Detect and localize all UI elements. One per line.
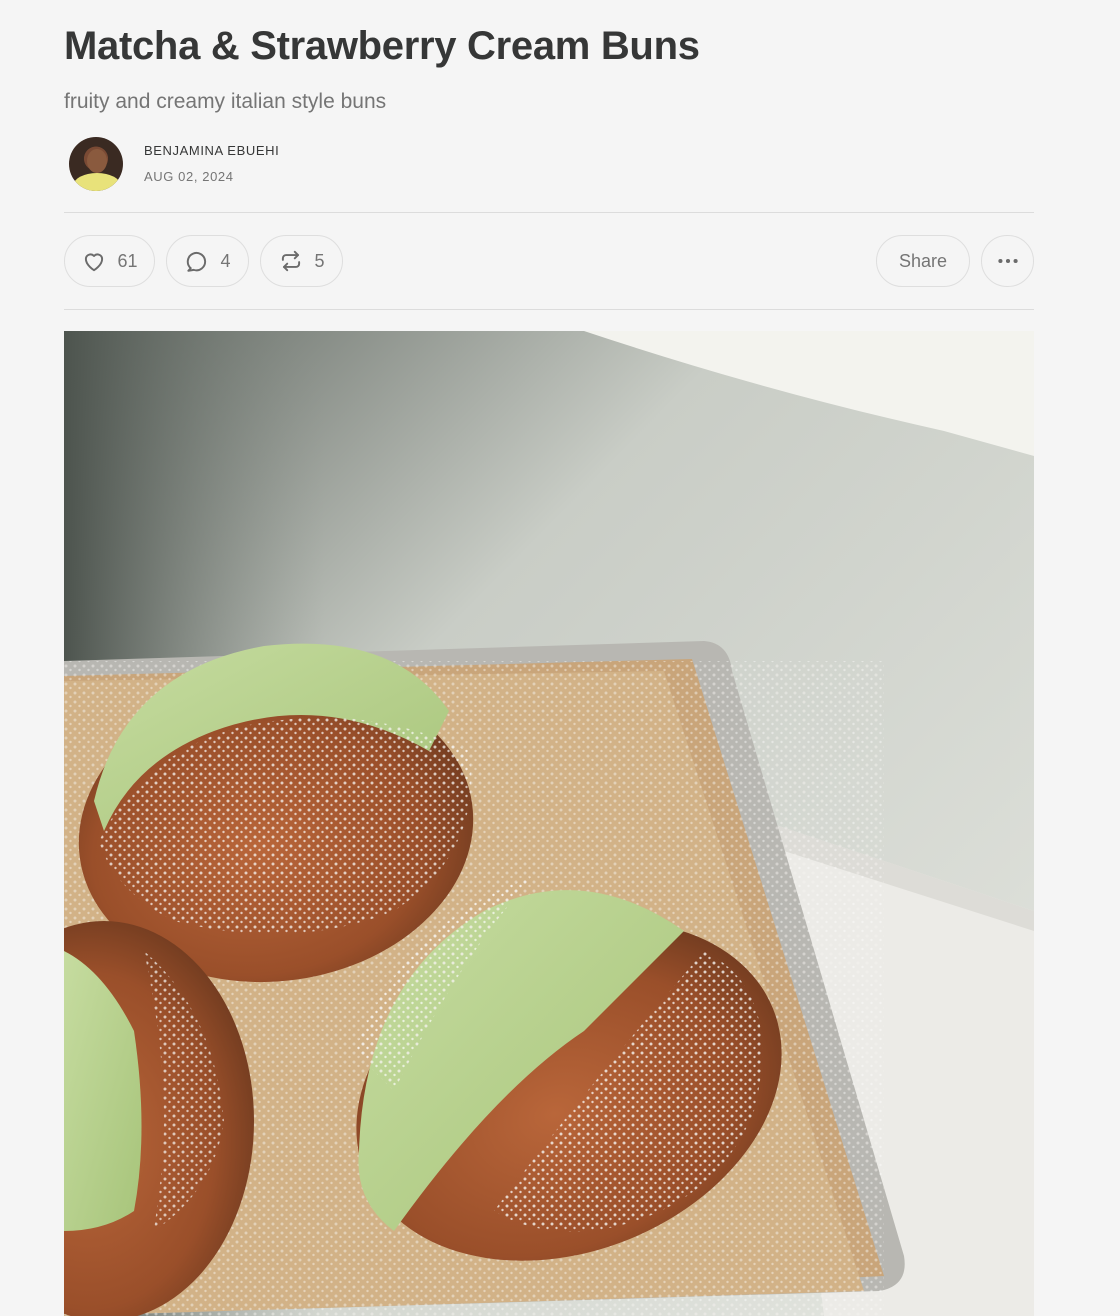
post-hero-image[interactable] — [64, 331, 1034, 1316]
post-subtitle: fruity and creamy italian style buns — [64, 90, 387, 113]
author-avatar[interactable] — [69, 137, 123, 191]
heart-icon — [85, 253, 104, 272]
restack-icon — [282, 250, 301, 272]
divider — [64, 212, 1034, 213]
divider — [64, 309, 1034, 310]
restack-count: 5 — [314, 250, 325, 271]
share-label: Share — [898, 250, 948, 271]
like-button[interactable]: 61 — [64, 235, 155, 287]
post-date: AUG 02, 2024 — [144, 169, 234, 184]
comment-count: 4 — [220, 250, 231, 271]
author-name[interactable]: BENJAMINA EBUEHI — [144, 143, 279, 158]
post-title: Matcha & Strawberry Cream Buns — [64, 24, 700, 68]
like-count: 61 — [117, 250, 138, 271]
ellipsis-icon — [997, 258, 1018, 264]
share-button[interactable]: Share — [876, 235, 970, 287]
more-options-button[interactable] — [981, 235, 1034, 287]
comment-button[interactable]: 4 — [166, 235, 249, 287]
byline: BENJAMINA EBUEHI AUG 02, 2024 — [64, 136, 564, 192]
restack-button[interactable]: 5 — [260, 235, 343, 287]
comment-bubble-icon — [187, 252, 207, 272]
